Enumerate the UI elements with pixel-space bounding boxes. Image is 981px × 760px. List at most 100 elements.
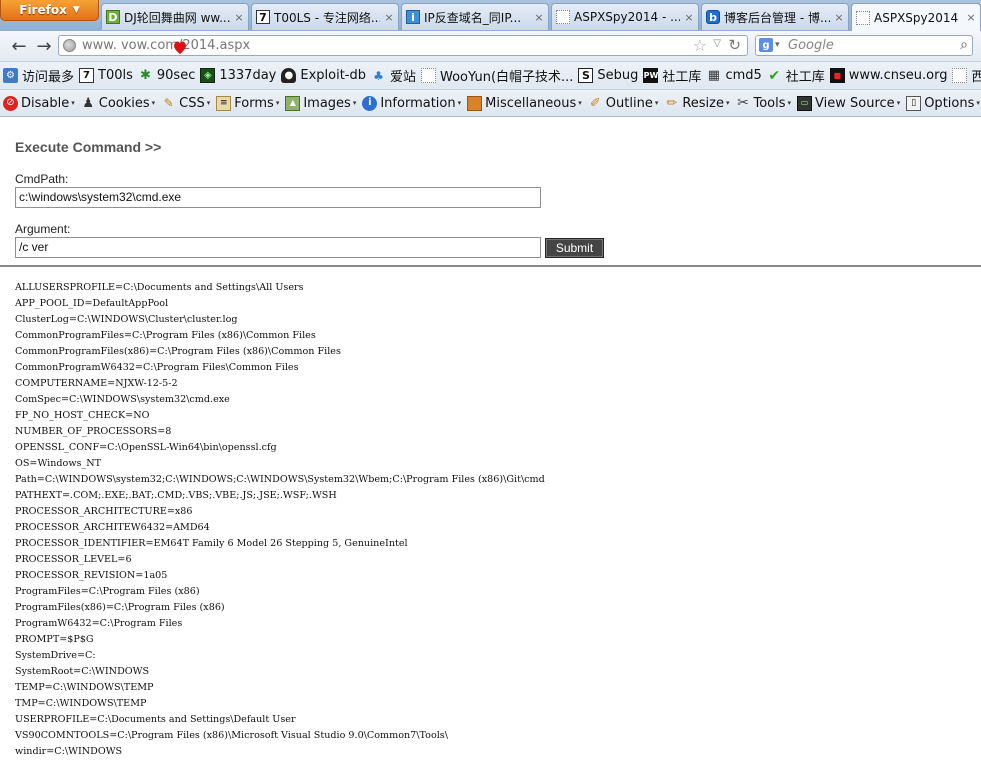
tab-blog-admin[interactable]: b 博客后台管理 - 博... × [701, 3, 849, 30]
tab-title: IP反查域名_同IP... [424, 10, 522, 25]
output-line: CommonProgramFiles=C:\Program Files (x86… [15, 330, 316, 341]
bookmark-t00ls[interactable]: 7 T00ls [79, 68, 133, 83]
bookmark-star-icon[interactable]: ☆ [693, 36, 707, 55]
web-developer-toolbar: ⊘ Disable ▾ ♟ Cookies ▾ ✎ CSS ▾ ≡ Forms ▾ ▲ … [0, 90, 981, 117]
bookmark-label: cmd5 [725, 68, 762, 83]
devtool-disable[interactable]: ⊘ Disable ▾ [3, 95, 75, 111]
cookies-icon: ♟ [82, 95, 95, 111]
divider [0, 265, 981, 267]
bookmark-sebug[interactable]: S Sebug [578, 68, 638, 83]
submit-button[interactable]: Submit [545, 238, 604, 258]
output-line: FP_NO_HOST_CHECK=NO [15, 410, 150, 421]
command-output: ALLUSERSPROFILE=C:\Documents and Setting… [15, 280, 545, 760]
devtool-tools[interactable]: ✂ Tools ▾ [736, 96, 791, 111]
output-line: CommonProgramFiles(x86)=C:\Program Files… [15, 346, 341, 357]
output-line: APP_POOL_ID=DefaultAppPool [15, 298, 169, 309]
devtool-forms[interactable]: ≡ Forms ▾ [216, 95, 279, 111]
search-icon[interactable]: ⌕ [960, 37, 968, 53]
argument-input[interactable]: /c ver [15, 237, 541, 258]
dj-site-icon: D [106, 10, 120, 24]
devtool-options[interactable]: ▯ Options ▾ [906, 95, 980, 111]
output-line: windir=C:\WINDOWS [15, 746, 123, 757]
search-placeholder[interactable]: Google [788, 38, 834, 53]
bookmark-label: 1337day [219, 68, 277, 83]
search-engine-dropdown-icon[interactable]: ▾ [775, 40, 780, 50]
close-icon[interactable]: × [534, 11, 544, 24]
tab-aspxspy-active[interactable]: ASPXSpy2014 - ... × [851, 3, 981, 31]
output-line: ComSpec=C:\WINDOWS\system32\cmd.exe [15, 394, 230, 405]
bookmark-wooyun[interactable]: WooYun(白帽子技术... [421, 66, 573, 85]
tab-aspxspy-1[interactable]: ASPXSpy2014 - ... × [551, 3, 699, 30]
bookmark-90sec[interactable]: ✱ 90sec [138, 68, 195, 83]
devtool-images[interactable]: ▲ Images ▾ [285, 95, 356, 111]
tab-strip: Firefox ▼ D DJ轮回舞曲网 ww... × 7 T00LS - 专注… [0, 0, 981, 32]
devtool-label: View Source [815, 95, 895, 111]
checkmark-icon: ✔ [768, 67, 781, 84]
outline-icon: ✐ [589, 95, 601, 111]
devtool-label: Information [380, 95, 456, 111]
output-line: SystemDrive=C: [15, 650, 96, 661]
devtool-information[interactable]: i Information ▾ [362, 95, 461, 111]
back-button[interactable]: ← [8, 35, 30, 57]
gear-icon: ⚙ [3, 68, 18, 83]
bookmark-cmd5[interactable]: ▦ cmd5 [706, 68, 762, 83]
bookmark-most-visited[interactable]: ⚙ 访问最多 [3, 66, 74, 85]
bookmark-sgk-check[interactable]: ✔ 社工库 [767, 66, 824, 86]
bookmark-cnseu[interactable]: ■ www.cnseu.org [829, 68, 948, 83]
firefox-menu-button[interactable]: Firefox ▼ [0, 0, 99, 21]
close-icon[interactable]: × [384, 11, 394, 24]
forms-icon: ≡ [216, 95, 232, 111]
firefox-menu-label: Firefox [19, 3, 67, 17]
search-bar[interactable]: g ▾ Google ⌕ [755, 35, 973, 56]
tab-title: T00LS - 专注网络... [274, 10, 380, 25]
tab-t00ls[interactable]: 7 T00LS - 专注网络... × [251, 3, 399, 30]
devtool-label: Resize [682, 95, 724, 111]
bookmark-label: Exploit-db [300, 68, 366, 83]
close-icon[interactable]: × [234, 11, 244, 24]
close-icon[interactable]: × [966, 11, 976, 24]
back-arrow-icon: ← [11, 35, 27, 57]
devtool-view-source[interactable]: ▭ View Source ▾ [797, 95, 900, 111]
history-dropdown-icon[interactable]: ▽ [713, 38, 721, 49]
output-line: PROCESSOR_ARCHITEW6432=AMD64 [15, 522, 210, 533]
url-text[interactable]: www. vow.com/2014.aspx [82, 38, 250, 53]
tab-title: DJ轮回舞曲网 ww... [124, 10, 230, 25]
navigation-bar: ← → www. vow.com/2014.aspx ☆ ▽ ↻ g ▾ Goo… [0, 31, 981, 62]
cmdpath-input[interactable]: c:\windows\system32\cmd.exe [15, 187, 541, 208]
bookmark-1337day[interactable]: ◈ 1337day [200, 68, 276, 83]
devtool-resize[interactable]: ✏ Resize ▾ [664, 96, 729, 111]
bookmark-exploit-db[interactable]: ● Exploit-db [281, 68, 366, 83]
bookmark-aizhan[interactable]: ♣ 爱站 [371, 66, 416, 86]
devtool-css[interactable]: ✎ CSS ▾ [161, 96, 211, 111]
tab-title: 博客后台管理 - 博... [724, 10, 830, 25]
bookmark-label: 社工库 [662, 70, 702, 85]
bookmark-label: www.cnseu.org [848, 68, 948, 83]
url-bar[interactable]: www. vow.com/2014.aspx ☆ ▽ ↻ [58, 35, 748, 56]
tab-dj[interactable]: D DJ轮回舞曲网 ww... × [101, 3, 249, 30]
close-icon[interactable]: × [834, 11, 844, 24]
images-icon: ▲ [285, 95, 301, 111]
options-icon: ▯ [906, 95, 922, 111]
output-line: ProgramFiles=C:\Program Files (x86) [15, 586, 200, 597]
google-icon[interactable]: g [759, 38, 773, 52]
output-line: CommonProgramW6432=C:\Program Files\Comm… [15, 362, 299, 373]
bookmark-xiyu[interactable]: 西域 [952, 66, 981, 85]
forward-button[interactable]: → [33, 35, 55, 57]
reload-icon[interactable]: ↻ [728, 36, 741, 54]
disable-icon: ⊘ [3, 95, 18, 111]
forward-arrow-icon: → [36, 35, 52, 57]
devtool-cookies[interactable]: ♟ Cookies ▾ [81, 96, 155, 111]
devtool-label: Outline [605, 95, 653, 111]
output-line: ProgramFiles(x86)=C:\Program Files (x86) [15, 602, 225, 613]
close-icon[interactable]: × [684, 11, 694, 24]
devtool-label: Cookies [98, 95, 150, 111]
output-line: PROCESSOR_ARCHITECTURE=x86 [15, 506, 193, 517]
pw-icon: PW [643, 68, 659, 83]
output-line: COMPUTERNAME=NJXW-12-5-2 [15, 378, 178, 389]
devtool-outline[interactable]: ✐ Outline ▾ [588, 96, 659, 111]
tab-ip-lookup[interactable]: i IP反查域名_同IP... × [401, 3, 549, 30]
devtool-miscellaneous[interactable]: Miscellaneous ▾ [467, 95, 582, 111]
bookmark-pw-sgk[interactable]: PW 社工库 [643, 66, 701, 85]
output-line: ALLUSERSPROFILE=C:\Documents and Setting… [15, 282, 304, 293]
exploit-db-icon: ● [281, 68, 297, 83]
